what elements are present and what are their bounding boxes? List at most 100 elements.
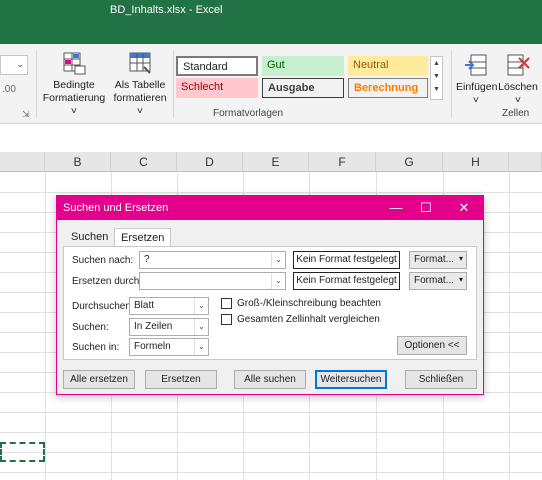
search-format-button[interactable]: Format... ▾ (409, 251, 467, 269)
chevron-down-icon[interactable]: ⌄ (194, 298, 208, 314)
chevron-down-icon[interactable]: ⌄ (194, 339, 208, 355)
dialog-launcher-icon[interactable]: ⇲ (22, 109, 30, 120)
number-format-dropdown[interactable]: ⌄ (0, 55, 28, 75)
search-order-select[interactable]: In Zeilen ⌄ (129, 318, 209, 336)
grid-line (0, 472, 542, 473)
search-in-label: Durchsuchen: (72, 301, 134, 312)
conditional-formatting-icon (63, 52, 86, 75)
format-as-table-label-2: formatieren ˅ (113, 92, 167, 117)
insert-label-2: ˅ (472, 94, 480, 106)
insert-label: Einfügen (456, 81, 498, 93)
replace-all-button[interactable]: Alle ersetzen (63, 370, 135, 389)
search-in-select[interactable]: Blatt ⌄ (129, 297, 209, 315)
delete-label: Löschen (498, 81, 538, 93)
search-input[interactable]: ? ⌄ (139, 251, 286, 269)
format-as-table-icon (129, 52, 151, 74)
more-icon[interactable]: ▼ (431, 83, 442, 96)
grid-line (0, 432, 542, 433)
style-berechnung[interactable]: Berechnung (348, 78, 428, 98)
match-case-checkbox[interactable] (221, 298, 232, 309)
maximize-icon[interactable]: ☐ (411, 198, 441, 218)
options-button[interactable]: Optionen << (397, 336, 467, 355)
look-in-select[interactable]: Formeln ⌄ (129, 338, 209, 356)
delete-label-2: ˅ (514, 94, 522, 106)
style-schlecht[interactable]: Schlecht (176, 78, 258, 98)
replace-button[interactable]: Ersetzen (145, 370, 217, 389)
close-icon[interactable]: ✕ (449, 198, 479, 218)
chevron-down-icon[interactable]: ▼ (431, 70, 442, 83)
conditional-formatting-label: Bedingte (53, 79, 95, 91)
cells-group-label: Zellen (502, 108, 530, 119)
chevron-down-icon: ⌄ (16, 59, 24, 69)
column-header-d[interactable]: D (177, 152, 243, 172)
match-case-label: Groß-/Kleinschreibung beachten (237, 298, 381, 309)
column-header-b[interactable]: B (45, 152, 111, 172)
ribbon-separator (36, 50, 37, 118)
grid-line (0, 412, 542, 413)
dropdown-arrow-icon[interactable]: ▾ (459, 275, 463, 284)
grid-line (0, 192, 542, 193)
search-label: Suchen nach: (72, 255, 134, 266)
chevron-down-icon[interactable]: ⌄ (271, 273, 285, 289)
column-header-h[interactable]: H (443, 152, 509, 172)
title-bar: BD_Inhalts.xlsx - Excel (0, 0, 542, 44)
replace-format-button[interactable]: Format... ▾ (409, 272, 467, 290)
chevron-up-icon[interactable]: ▲ (431, 57, 442, 70)
style-ausgabe[interactable]: Ausgabe (262, 78, 344, 98)
find-next-button[interactable]: Weitersuchen (315, 370, 387, 389)
search-input-value: ? (144, 254, 150, 265)
grid-line (509, 172, 510, 480)
look-in-value: Formeln (134, 341, 171, 352)
replace-input[interactable]: ⌄ (139, 272, 286, 290)
style-gut[interactable]: Gut (262, 56, 344, 76)
replace-format-preview: Kein Format festgelegt (293, 272, 400, 290)
column-header-i[interactable] (509, 152, 542, 172)
conditional-formatting-button[interactable]: Bedingte Formatierung ˅ (42, 50, 106, 118)
chevron-down-icon[interactable]: ⌄ (194, 319, 208, 335)
conditional-formatting-label-2: Formatierung ˅ (42, 92, 106, 117)
match-entire-label: Gesamten Zellinhalt vergleichen (237, 314, 380, 325)
find-replace-dialog: Suchen und Ersetzen — ☐ ✕ Suchen Ersetze… (56, 195, 484, 395)
delete-button[interactable]: Löschen ˅ (497, 52, 539, 107)
dropdown-arrow-icon[interactable]: ▾ (459, 254, 463, 263)
replace-label: Ersetzen durch: (72, 276, 143, 287)
column-header-e[interactable]: E (243, 152, 309, 172)
ribbon-separator (173, 50, 174, 118)
ribbon-separator (451, 50, 452, 118)
window-title: BD_Inhalts.xlsx - Excel (110, 4, 223, 16)
insert-cells-icon (465, 54, 487, 76)
grid-line (0, 452, 542, 453)
column-header-c[interactable]: C (111, 152, 177, 172)
insert-button[interactable]: Einfügen ˅ (456, 52, 498, 107)
search-format-preview: Kein Format festgelegt (293, 251, 400, 269)
close-button[interactable]: Schließen (405, 370, 477, 389)
grid-line (45, 172, 46, 480)
column-header-g[interactable]: G (376, 152, 443, 172)
search-format-label: Format... (414, 254, 455, 265)
copy-selection-marquee (0, 442, 45, 462)
decimal-icon[interactable]: .00 (2, 84, 16, 95)
chevron-down-icon[interactable]: ⌄ (271, 252, 285, 268)
format-as-table-label: Als Tabelle (114, 79, 166, 91)
search-order-value: In Zeilen (134, 321, 173, 332)
tab-ersetzen-label: Ersetzen (121, 232, 165, 244)
column-header-row: B C D E F G H (0, 152, 542, 172)
select-all-corner[interactable] (0, 152, 45, 172)
dialog-title-bar[interactable]: Suchen und Ersetzen — ☐ ✕ (57, 196, 483, 220)
column-header-f[interactable]: F (309, 152, 376, 172)
tab-suchen[interactable]: Suchen (65, 228, 114, 246)
gallery-scroll[interactable]: ▲ ▼ ▼ (430, 56, 443, 100)
replace-format-label: Format... (414, 275, 455, 286)
search-order-label: Suchen: (72, 322, 109, 333)
tab-suchen-label: Suchen (71, 231, 109, 243)
format-as-table-button[interactable]: Als Tabelle formatieren ˅ (110, 50, 170, 118)
look-in-label: Suchen in: (72, 342, 120, 353)
find-all-button[interactable]: Alle suchen (234, 370, 306, 389)
tab-ersetzen[interactable]: Ersetzen (114, 228, 172, 247)
search-in-value: Blatt (134, 300, 155, 311)
delete-cells-icon (507, 54, 530, 76)
style-neutral[interactable]: Neutral (348, 56, 428, 76)
style-standard[interactable]: Standard (176, 56, 258, 76)
minimize-icon[interactable]: — (381, 198, 411, 218)
match-entire-checkbox[interactable] (221, 314, 232, 325)
